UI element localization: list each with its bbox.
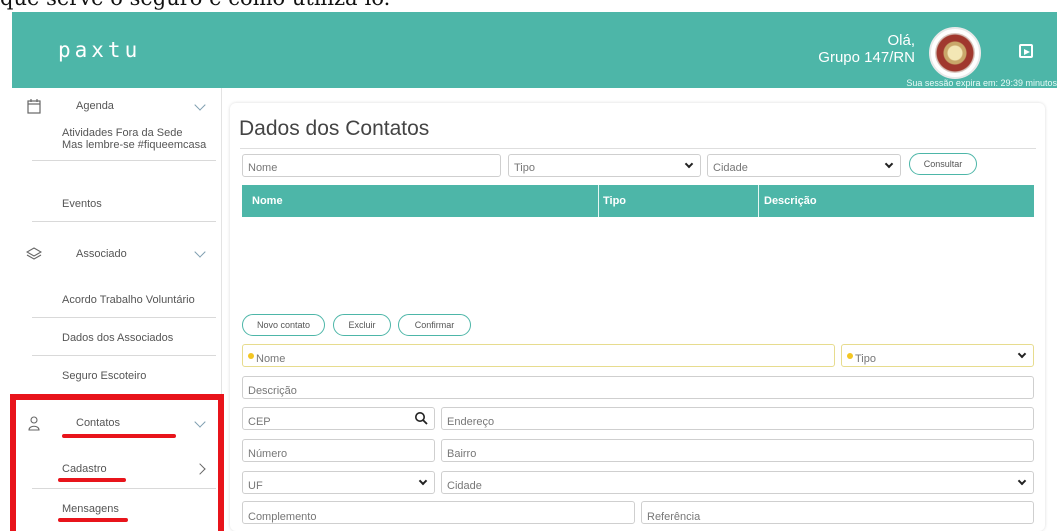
search-icon[interactable] [414, 411, 428, 425]
placeholder: UF [248, 480, 263, 492]
app-logo[interactable]: paxtu [58, 38, 141, 62]
filter-city-select[interactable]: Cidade [707, 154, 901, 177]
sidebar-sub-label: Atividades Fora da Sede [62, 127, 183, 139]
address-field[interactable]: Endereço [441, 407, 1034, 430]
chevron-down-icon [194, 246, 206, 258]
column-header-nome[interactable]: Nome [252, 195, 283, 207]
sidebar-sub-eventos[interactable]: Eventos [12, 182, 222, 222]
placeholder-text: Tipo [855, 353, 876, 365]
placeholder: Complemento [248, 511, 317, 523]
placeholder: Endereço [447, 416, 495, 428]
sidebar-sub-atividades[interactable]: Atividades Fora da Sede Mas lembre-se #f… [12, 116, 222, 161]
filter-name-input[interactable]: Nome [242, 154, 501, 177]
placeholder: Número [248, 448, 288, 460]
placeholder: Nome [248, 353, 285, 365]
sidebar-item-label: Associado [76, 248, 127, 260]
placeholder: Cidade [713, 162, 748, 174]
required-icon [248, 353, 254, 359]
state-select[interactable]: UF [242, 471, 435, 494]
user-greeting: Olá, Grupo 147/RN [818, 32, 915, 66]
page-title: Dados dos Contatos [239, 117, 430, 140]
column-header-descricao[interactable]: Descrição [764, 195, 817, 207]
placeholder: CEP [248, 416, 271, 428]
column-separator [758, 185, 759, 217]
sidebar-item-associado[interactable]: Associado [12, 222, 222, 282]
neighborhood-field[interactable]: Bairro [441, 439, 1034, 462]
placeholder: Cidade [447, 480, 482, 492]
screen: que serve o seguro e como utiliza-lo. pa… [0, 0, 1057, 531]
filter-type-select[interactable]: Tipo [508, 154, 701, 177]
chevron-down-icon [1017, 349, 1027, 359]
underline-mark [62, 434, 176, 438]
column-separator [598, 185, 599, 217]
greeting-user: Grupo 147/RN [818, 49, 915, 66]
required-icon [847, 353, 853, 359]
cep-field[interactable]: CEP [242, 407, 435, 430]
chevron-down-icon [684, 159, 694, 169]
placeholder: Descrição [248, 385, 297, 397]
name-field[interactable]: Nome [242, 344, 835, 367]
placeholder: Referência [647, 511, 701, 523]
underline-mark [58, 478, 126, 482]
placeholder-text: Nome [256, 353, 286, 365]
column-header-tipo[interactable]: Tipo [603, 195, 626, 207]
underline-mark [58, 518, 128, 522]
sidebar-sub-label: Seguro Escoteiro [62, 370, 147, 382]
sidebar-sub-dados-associados[interactable]: Dados dos Associados [12, 318, 222, 356]
reference-field[interactable]: Referência [641, 501, 1034, 524]
chevron-down-icon [194, 99, 206, 111]
divider [32, 160, 216, 161]
sidebar-sub-seguro[interactable]: Seguro Escoteiro [12, 356, 222, 394]
sidebar-sub-label: Acordo Trabalho Voluntário [62, 294, 195, 306]
app-header: paxtu Olá, Grupo 147/RN Sua sessão expir… [12, 12, 1057, 88]
placeholder: Tipo [847, 353, 876, 365]
highlight-box [10, 394, 224, 531]
type-select[interactable]: Tipo [841, 344, 1034, 367]
greeting-hello: Olá, [887, 32, 915, 49]
group-emblem-icon [935, 33, 975, 73]
consultar-button[interactable]: Consultar [909, 153, 977, 175]
sidebar-sub-label: Dados dos Associados [62, 332, 174, 344]
session-expiry-text: Sua sessão expira em: 29:39 minutos [906, 78, 1057, 88]
placeholder: Tipo [514, 162, 535, 174]
chevron-down-icon [418, 476, 428, 486]
placeholder: Bairro [447, 448, 477, 460]
highlight-box-left [10, 394, 16, 531]
sidebar-sub-label-2: Mas lembre-se #fiqueemcasa [62, 139, 207, 151]
placeholder: Nome [248, 162, 278, 174]
avatar[interactable] [929, 27, 981, 79]
complement-field[interactable]: Complemento [242, 501, 635, 524]
confirm-button[interactable]: Confirmar [398, 314, 471, 336]
layers-icon [26, 247, 42, 260]
logout-icon[interactable] [1019, 44, 1033, 58]
chevron-down-icon [1017, 476, 1027, 486]
city-select[interactable]: Cidade [441, 471, 1034, 494]
new-contact-button[interactable]: Novo contato [242, 314, 325, 336]
sidebar-sub-acordo[interactable]: Acordo Trabalho Voluntário [12, 282, 222, 318]
divider [240, 148, 1036, 149]
number-field[interactable]: Número [242, 439, 435, 462]
main-panel: Dados dos Contatos Nome Tipo Cidade Cons… [230, 103, 1045, 531]
sidebar-item-label: Agenda [76, 100, 114, 112]
calendar-icon [27, 99, 41, 114]
sidebar-sub-label: Eventos [62, 198, 102, 210]
table-header: Nome Tipo Descrição [242, 185, 1034, 217]
document-text-fragment: que serve o seguro e como utiliza-lo. [0, 0, 390, 10]
delete-button[interactable]: Excluir [333, 314, 391, 336]
description-field[interactable]: Descrição [242, 376, 1034, 399]
chevron-down-icon [884, 159, 894, 169]
